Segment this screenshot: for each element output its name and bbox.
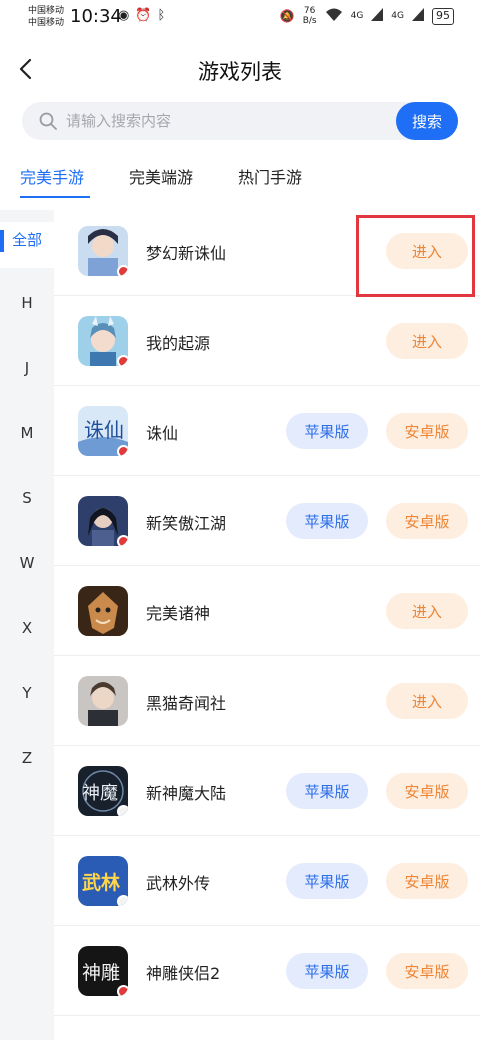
game-icon: 武林 <box>78 856 128 906</box>
signal-2-icon: 4G <box>391 11 404 21</box>
tab-wanmei-mobile[interactable]: 完美手游 <box>20 164 84 188</box>
signal-bars-2-icon <box>412 8 424 24</box>
game-icon: 神雕 <box>78 946 128 996</box>
game-name: 新神魔大陆 <box>146 784 227 803</box>
status-icons-right: 🔕 76 B/s 4G 4G 95 <box>280 6 454 26</box>
index-item-m[interactable]: M <box>0 424 54 442</box>
apple-version-button[interactable]: 苹果版 <box>286 953 368 989</box>
apple-version-button[interactable]: 苹果版 <box>286 413 368 449</box>
android-version-button[interactable]: 安卓版 <box>386 953 468 989</box>
header: 游戏列表 <box>0 44 480 96</box>
platform-badge-icon <box>117 985 128 996</box>
android-version-button[interactable]: 安卓版 <box>386 413 468 449</box>
signal-1-icon: 4G <box>350 11 364 21</box>
game-name: 诛仙 <box>146 424 179 443</box>
index-item-y[interactable]: Y <box>0 684 54 702</box>
index-item-h[interactable]: H <box>0 294 54 312</box>
list-item[interactable]: 完美诸神 进入 <box>54 566 480 656</box>
carrier-1: 中国移动 <box>28 6 65 16</box>
signal-bars-1-icon <box>371 8 384 24</box>
game-icon <box>78 496 128 546</box>
game-name: 我的起源 <box>146 334 211 353</box>
index-active-marker <box>0 230 4 252</box>
platform-badge-icon <box>117 895 128 906</box>
list-item[interactable]: 我的起源 进入 <box>54 296 480 386</box>
game-name: 黑猫奇闻社 <box>146 694 227 713</box>
game-name: 武林外传 <box>146 874 211 893</box>
android-version-button[interactable]: 安卓版 <box>386 503 468 539</box>
mute-icon: 🔕 <box>279 9 295 23</box>
game-name: 神雕侠侣2 <box>146 964 221 983</box>
android-version-button[interactable]: 安卓版 <box>386 863 468 899</box>
carrier-info: 中国移动 中国移动 <box>28 5 64 29</box>
list-item[interactable]: 神魔 新神魔大陆 苹果版 安卓版 <box>54 746 480 836</box>
enter-button[interactable]: 进入 <box>386 323 468 359</box>
platform-badge-icon <box>117 445 128 456</box>
search-button[interactable]: 搜索 <box>396 102 458 140</box>
index-item-x[interactable]: X <box>0 619 54 637</box>
enter-button[interactable]: 进入 <box>386 683 468 719</box>
search-icon <box>39 112 57 130</box>
game-icon <box>78 676 128 726</box>
platform-badge-icon <box>117 535 128 546</box>
tab-wanmei-pc[interactable]: 完美端游 <box>129 164 193 188</box>
game-icon: 诛仙 <box>78 406 128 456</box>
clock: 10:34 <box>70 6 122 27</box>
game-name: 梦幻新诛仙 <box>146 244 227 263</box>
highlight-box <box>356 215 475 297</box>
apple-version-button[interactable]: 苹果版 <box>286 863 368 899</box>
eye-icon: ◉ <box>118 8 130 23</box>
list-item[interactable]: 诛仙 诛仙 苹果版 安卓版 <box>54 386 480 476</box>
game-name: 新笑傲江湖 <box>146 514 227 533</box>
wifi-icon <box>325 8 343 25</box>
carrier-2: 中国移动 <box>28 18 65 28</box>
tab-hot-mobile[interactable]: 热门手游 <box>238 164 302 188</box>
index-item-z[interactable]: Z <box>0 749 54 767</box>
index-item-all[interactable]: 全部 <box>0 222 54 268</box>
category-tabs: 完美手游 完美端游 热门手游 <box>0 158 480 202</box>
index-item-s[interactable]: S <box>0 489 54 507</box>
enter-button[interactable]: 进入 <box>386 593 468 629</box>
game-icon-text: 神雕 <box>82 962 121 984</box>
game-icon-text: 神魔 <box>82 783 118 804</box>
apple-version-button[interactable]: 苹果版 <box>286 773 368 809</box>
apple-version-button[interactable]: 苹果版 <box>286 503 368 539</box>
game-icon <box>78 316 128 366</box>
list-item[interactable]: 神雕 神雕侠侣2 苹果版 安卓版 <box>54 926 480 1016</box>
search-input[interactable] <box>66 102 366 140</box>
bluetooth-icon: ᛒ <box>157 8 166 23</box>
page-title: 游戏列表 <box>198 60 282 84</box>
list-item[interactable]: 黑猫奇闻社 进入 <box>54 656 480 746</box>
game-icon <box>78 226 128 276</box>
search-bar: 搜索 <box>22 102 458 140</box>
platform-badge-icon <box>117 805 128 816</box>
list-item[interactable]: 武林 武林外传 苹果版 安卓版 <box>54 836 480 926</box>
status-bar: 中国移动 中国移动 10:34 ◉ ⏰ ᛒ 🔕 76 B/s 4G 4G 95 <box>0 0 480 36</box>
game-icon-text: 诛仙 <box>84 418 124 442</box>
platform-badge-icon <box>117 355 128 366</box>
battery-icon: 95 <box>432 7 454 25</box>
game-icon-text: 武林 <box>82 872 121 894</box>
game-icon: 神魔 <box>78 766 128 816</box>
alarm-icon: ⏰ <box>135 8 152 23</box>
index-sidebar: 全部 H J M S W X Y Z <box>0 210 54 1040</box>
list-item[interactable]: 新笑傲江湖 苹果版 安卓版 <box>54 476 480 566</box>
net-speed: 76 B/s <box>302 6 317 26</box>
game-name: 完美诸神 <box>146 604 211 623</box>
active-tab-indicator <box>20 196 90 198</box>
index-item-j[interactable]: J <box>0 359 54 377</box>
index-item-w[interactable]: W <box>0 554 54 572</box>
android-version-button[interactable]: 安卓版 <box>386 773 468 809</box>
platform-badge-icon <box>117 265 128 276</box>
status-icons-left: ◉ ⏰ ᛒ <box>118 8 165 23</box>
game-icon <box>78 586 128 636</box>
